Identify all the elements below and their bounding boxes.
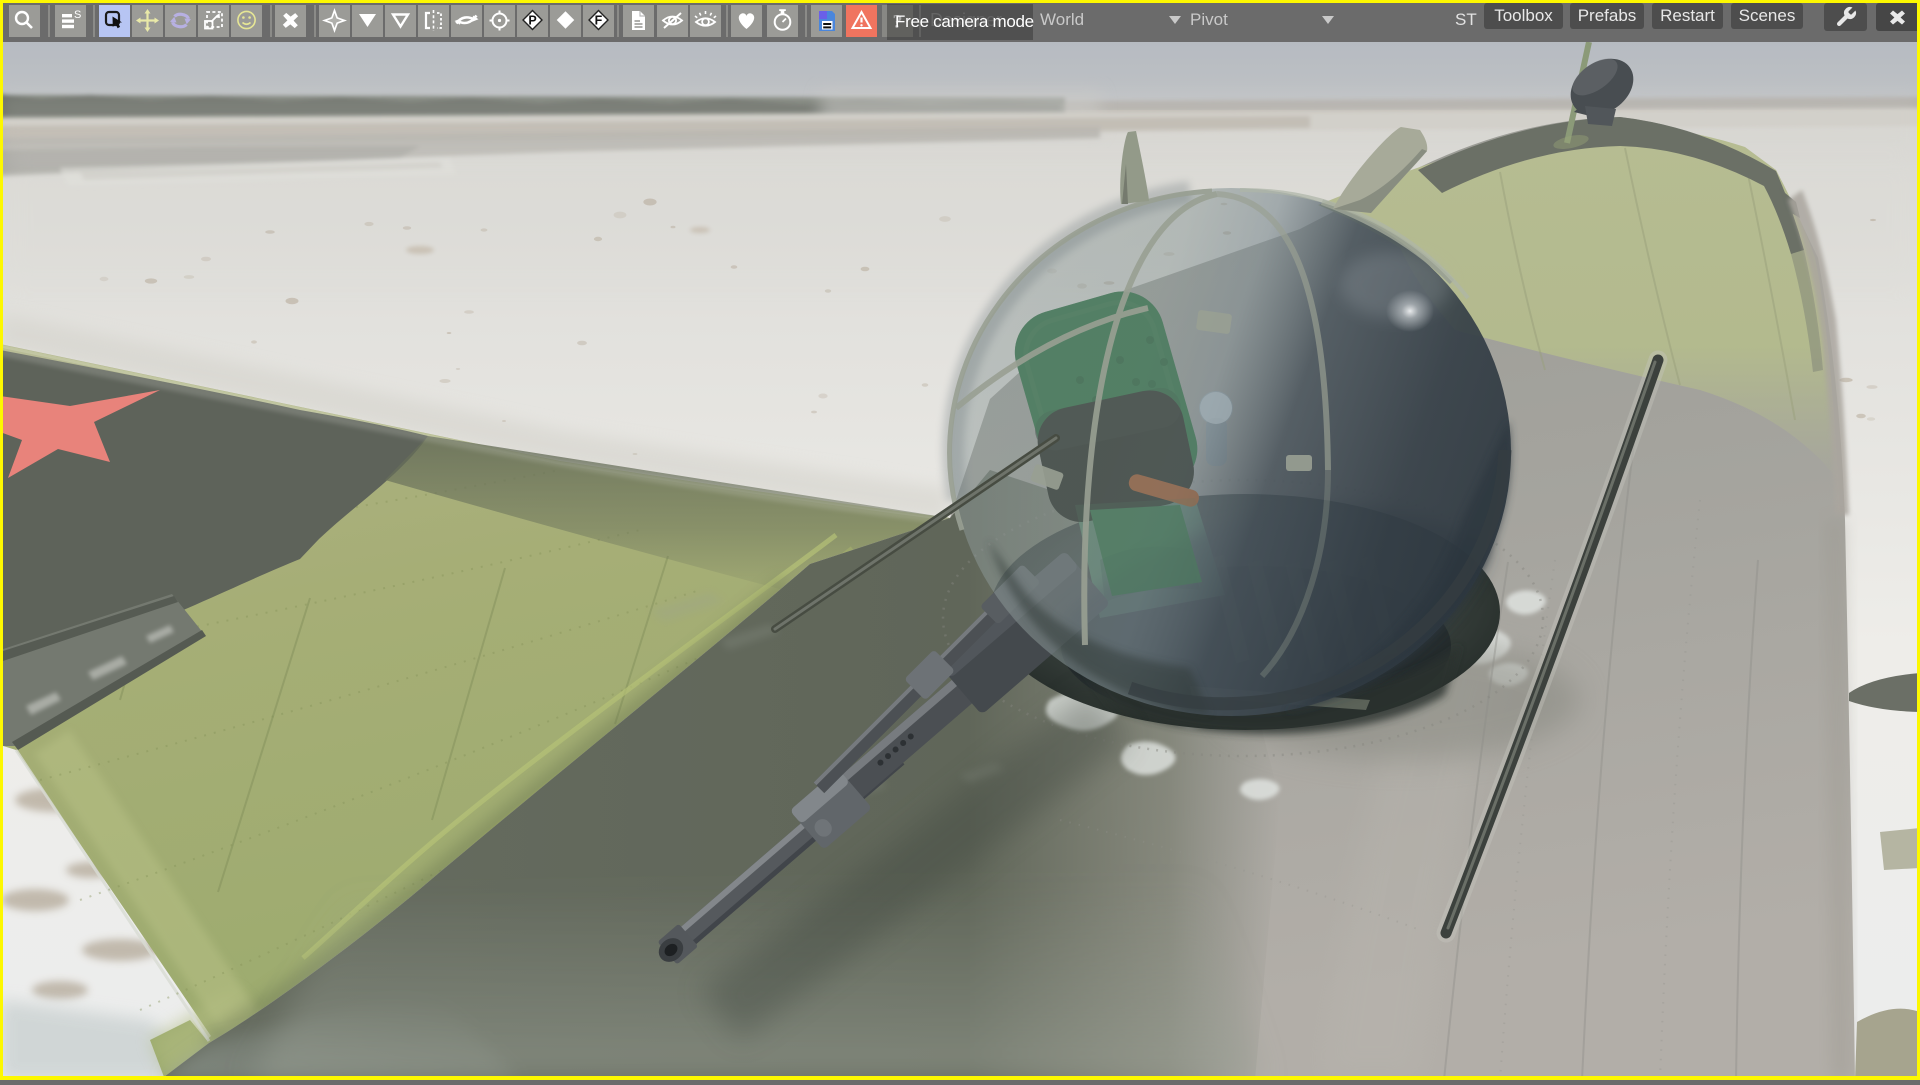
svg-text:S: S (74, 9, 81, 21)
svg-text:P: P (528, 14, 536, 28)
svg-text:F: F (595, 14, 603, 28)
